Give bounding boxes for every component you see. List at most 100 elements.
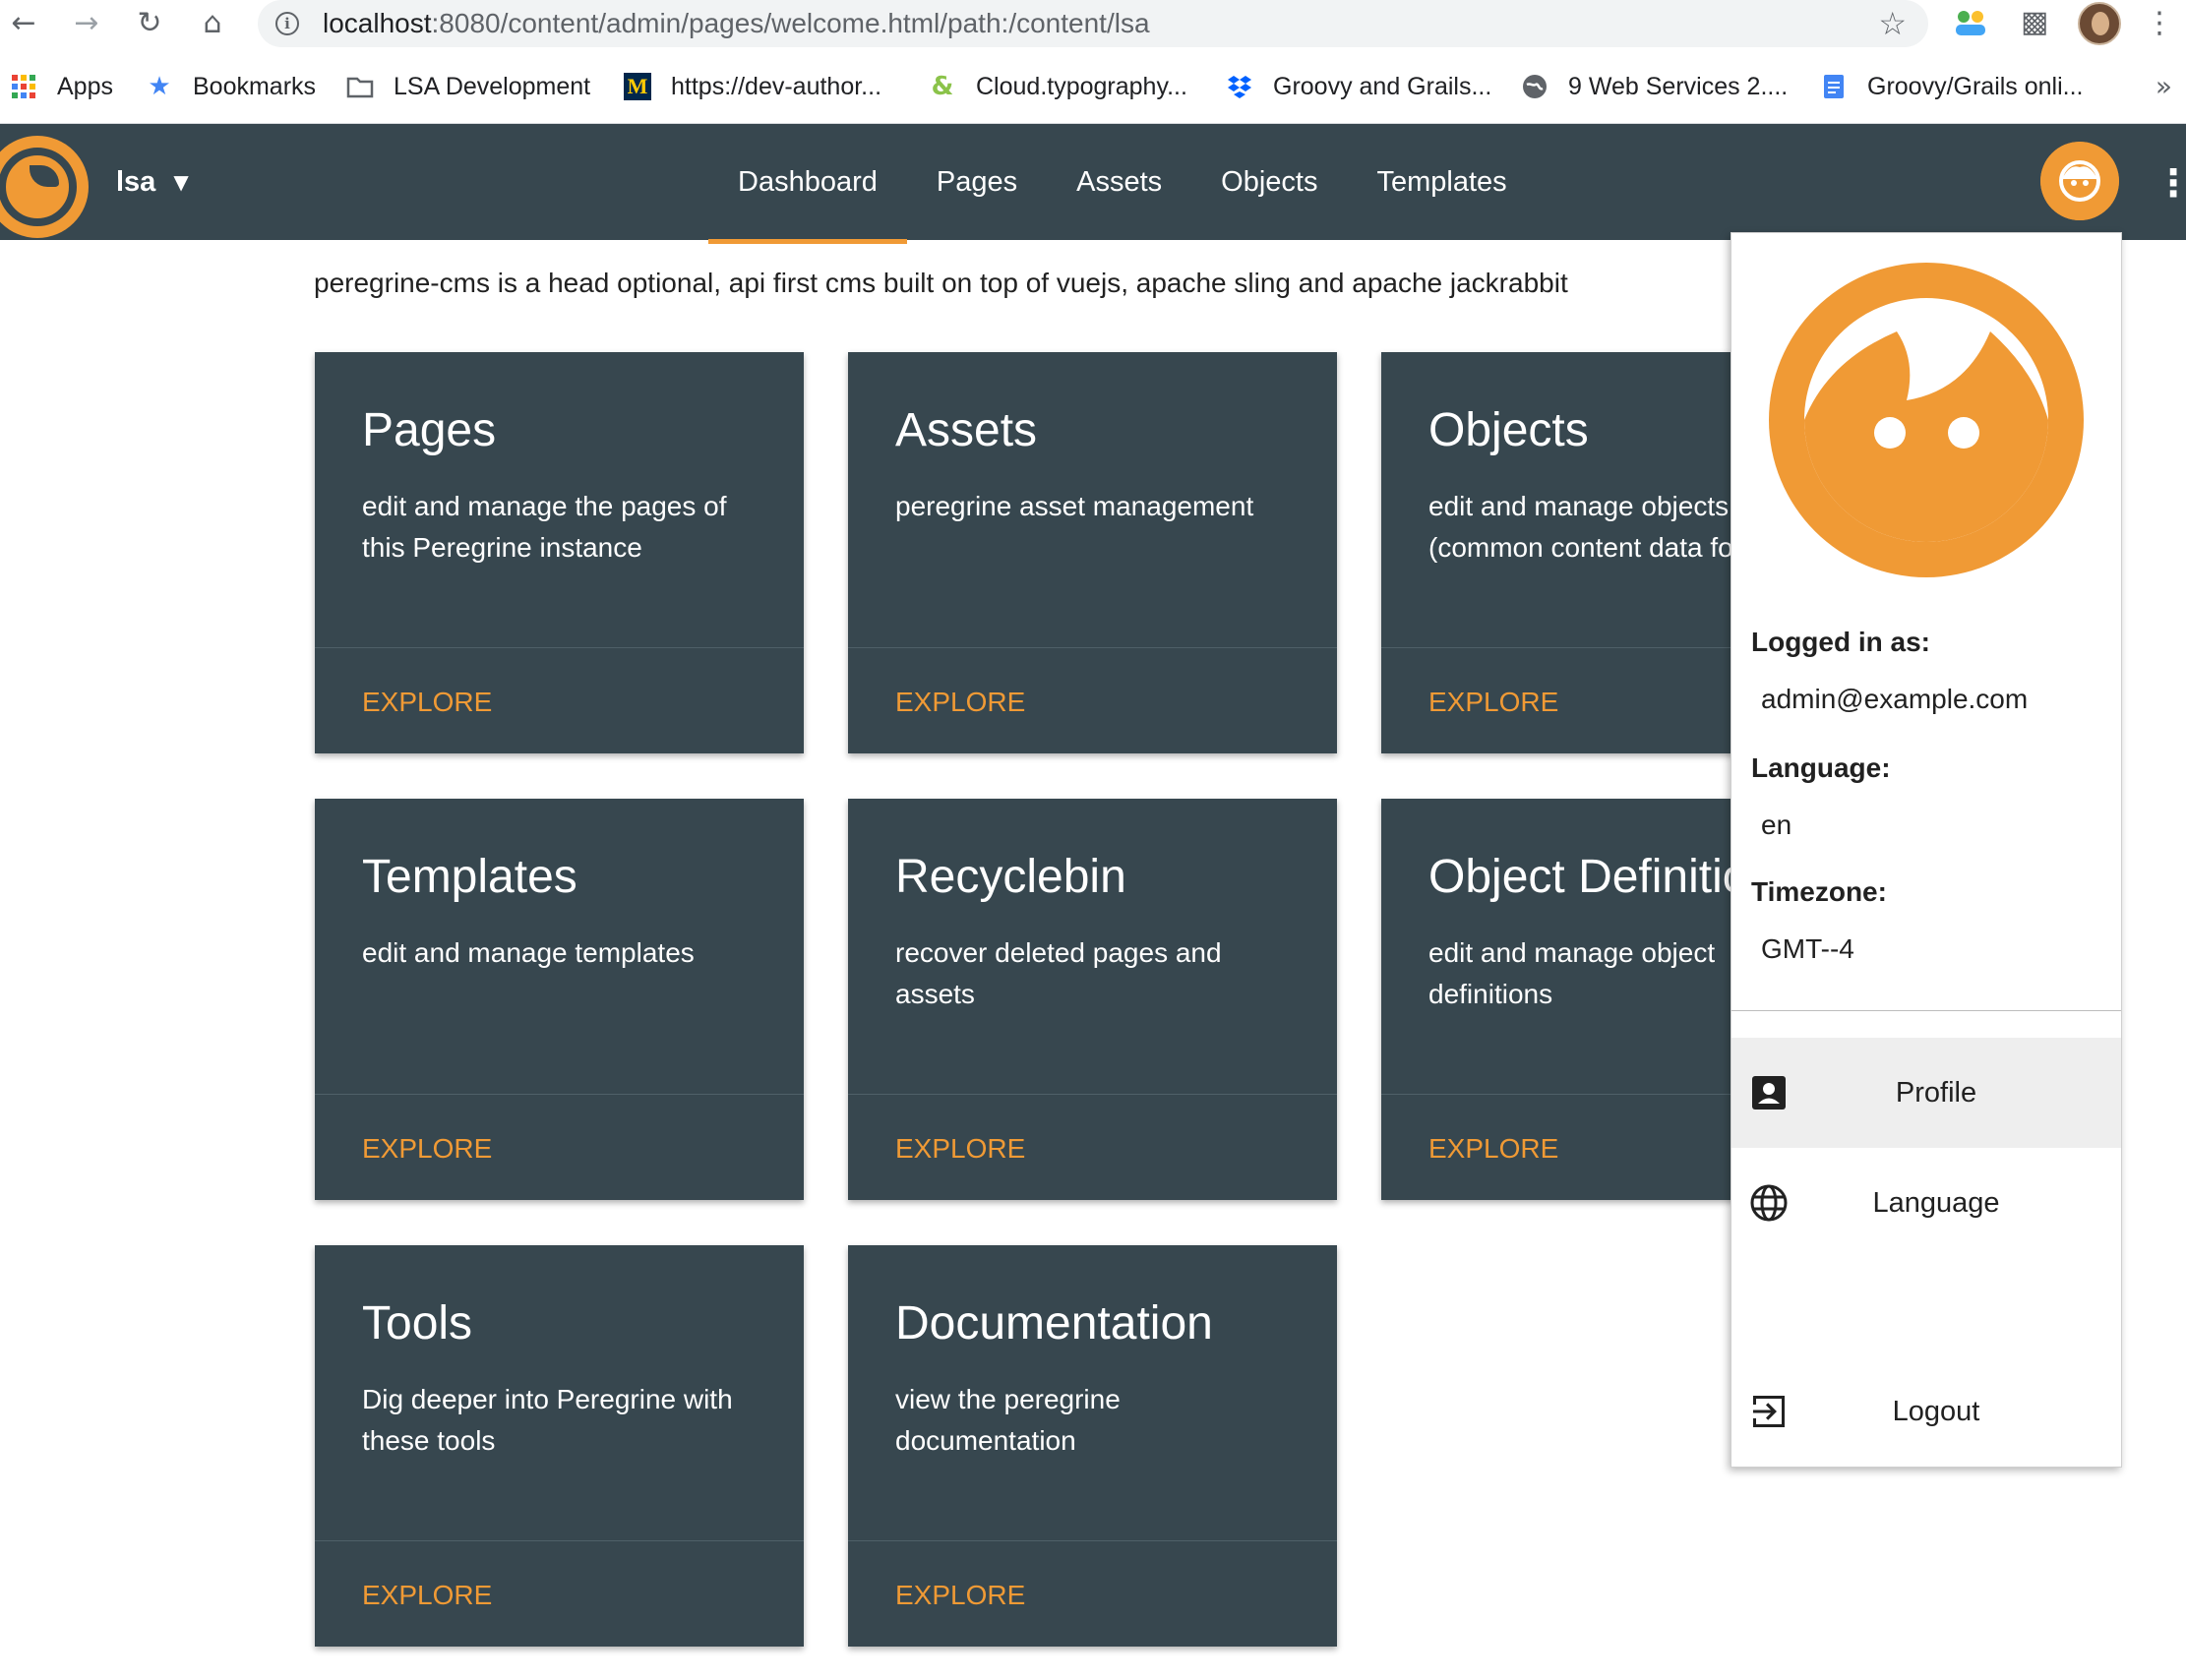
- tab-assets[interactable]: Assets: [1047, 124, 1191, 240]
- card-title: Objects: [1428, 404, 1589, 456]
- card-templates: Templates edit and manage templates EXPL…: [315, 799, 804, 1200]
- browser-profile-avatar[interactable]: [2078, 2, 2121, 45]
- browser-menu-icon[interactable]: ⋮: [2145, 6, 2174, 41]
- card-title: Assets: [895, 404, 1038, 456]
- app-header: lsa ▼ Dashboard Pages Assets Objects Tem…: [0, 124, 2186, 244]
- card-divider: [848, 647, 1337, 648]
- explore-button[interactable]: EXPLORE: [362, 687, 492, 718]
- site-info-icon[interactable]: i: [275, 12, 299, 35]
- card-description: peregrine asset management: [895, 491, 1254, 521]
- card-recyclebin: Recyclebin recover deleted pages and ass…: [848, 799, 1337, 1200]
- explore-button[interactable]: EXPLORE: [362, 1133, 492, 1165]
- card-documentation: Documentation view the peregrine documen…: [848, 1245, 1337, 1647]
- bookmark-groovy-online[interactable]: Groovy/Grails onli...: [1820, 65, 2084, 108]
- back-arrow-icon[interactable]: ←: [6, 6, 41, 41]
- language-label: Language:: [1751, 752, 1891, 783]
- more-vert-icon[interactable]: ⋮: [2155, 153, 2186, 212]
- bookmark-label: Apps: [57, 72, 113, 100]
- card-title: Recyclebin: [895, 851, 1126, 903]
- menu-item-label: Profile: [1895, 1077, 1977, 1109]
- card-divider: [848, 1094, 1337, 1095]
- card-divider: [848, 1540, 1337, 1541]
- home-icon[interactable]: ⌂: [195, 6, 230, 41]
- card-description: view the peregrine documentation: [895, 1384, 1121, 1456]
- explore-button[interactable]: EXPLORE: [895, 687, 1025, 718]
- menu-item-label: Logout: [1892, 1396, 1980, 1427]
- peregrine-logo-icon[interactable]: [0, 136, 89, 238]
- card-tools: Tools Dig deeper into Peregrine with the…: [315, 1245, 804, 1647]
- folder-icon: [346, 77, 374, 98]
- explore-button[interactable]: EXPLORE: [1428, 1133, 1558, 1165]
- tab-dashboard[interactable]: Dashboard: [708, 124, 907, 244]
- site-name: lsa: [116, 165, 156, 198]
- language-value: en: [1761, 810, 1792, 840]
- caret-down-icon: ▼: [173, 170, 189, 194]
- bookmark-label: Groovy and Grails...: [1273, 72, 1492, 100]
- url-host: localhost: [323, 8, 432, 38]
- bookmark-label: LSA Development: [394, 72, 591, 100]
- bookmark-cloud-typography[interactable]: & Cloud.typography...: [929, 65, 1187, 108]
- reload-icon[interactable]: ↻: [132, 6, 167, 41]
- menu-item-logout[interactable]: Logout: [1731, 1356, 2121, 1467]
- card-title: Templates: [362, 851, 577, 903]
- tab-templates[interactable]: Templates: [1347, 124, 1536, 240]
- card-description: Dig deeper into Peregrine with these too…: [362, 1384, 733, 1456]
- docs-icon: [1824, 75, 1844, 98]
- browser-toolbar: ← → ↻ ⌂ i localhost:8080/content/admin/p…: [0, 0, 2186, 49]
- address-bar[interactable]: i localhost:8080/content/admin/pages/wel…: [258, 0, 1928, 47]
- bookmark-label: https://dev-author...: [671, 72, 882, 100]
- logged-in-label: Logged in as:: [1751, 627, 1930, 657]
- extensions-puzzle-icon[interactable]: ▩: [2021, 8, 2050, 37]
- user-avatar-large-icon: [1769, 263, 2084, 577]
- card-divider: [315, 1094, 804, 1095]
- explore-button[interactable]: EXPLORE: [895, 1580, 1025, 1611]
- bookmark-label: 9 Web Services 2....: [1568, 72, 1789, 100]
- star-icon: ★: [148, 72, 171, 101]
- explore-button[interactable]: EXPLORE: [1428, 687, 1558, 718]
- url-path: :8080/content/admin/pages/welcome.html/p…: [431, 8, 1150, 38]
- forward-arrow-icon[interactable]: →: [69, 6, 104, 41]
- menu-item-profile[interactable]: Profile: [1731, 1038, 2121, 1148]
- ampersand-icon: &: [931, 72, 954, 101]
- timezone-value: GMT--4: [1761, 933, 1854, 964]
- menu-item-label: Language: [1872, 1187, 2000, 1219]
- apps-grid-icon: [12, 75, 35, 98]
- user-avatar-icon[interactable]: [2040, 142, 2119, 220]
- browser-chrome: ← → ↻ ⌂ i localhost:8080/content/admin/p…: [0, 0, 2186, 124]
- michigan-m-icon: M: [624, 73, 651, 100]
- explore-button[interactable]: EXPLORE: [895, 1133, 1025, 1165]
- card-title: Tools: [362, 1297, 473, 1350]
- tab-objects[interactable]: Objects: [1191, 124, 1347, 240]
- bookmark-dev-author[interactable]: M https://dev-author...: [624, 65, 881, 108]
- card-pages: Pages edit and manage the pages of this …: [315, 352, 804, 753]
- timezone-label: Timezone:: [1751, 876, 1887, 907]
- card-description: edit and manage the pages of this Peregr…: [362, 491, 727, 563]
- card-divider: [315, 1540, 804, 1541]
- user-dropdown: Logged in as: admin@example.com Language…: [1731, 232, 2122, 1468]
- globe-icon: [1523, 75, 1547, 98]
- more-bookmarks-icon[interactable]: »: [2156, 65, 2172, 108]
- bookmark-groovy-grails[interactable]: Groovy and Grails...: [1226, 65, 1491, 108]
- people-extension-icon[interactable]: [1954, 8, 1987, 37]
- card-title: Documentation: [895, 1297, 1213, 1350]
- main-nav: Dashboard Pages Assets Objects Templates: [708, 124, 1537, 244]
- bookmark-lsa-development[interactable]: LSA Development: [346, 65, 590, 108]
- bookmark-label: Cloud.typography...: [976, 72, 1187, 100]
- tagline: peregrine-cms is a head optional, api fi…: [314, 268, 1568, 298]
- tab-pages[interactable]: Pages: [907, 124, 1047, 240]
- bookmarks-bar: Apps ★ Bookmarks LSA Development M https…: [0, 65, 2186, 108]
- card-description: edit and manage templates: [362, 937, 695, 968]
- bookmark-web-services[interactable]: 9 Web Services 2....: [1521, 65, 1788, 108]
- bookmark-apps[interactable]: Apps: [10, 65, 113, 108]
- card-title: Pages: [362, 404, 497, 456]
- card-divider: [315, 647, 804, 648]
- bookmark-bookmarks[interactable]: ★ Bookmarks: [146, 65, 316, 108]
- explore-button[interactable]: EXPLORE: [362, 1580, 492, 1611]
- url-text[interactable]: localhost:8080/content/admin/pages/welco…: [323, 0, 1150, 47]
- divider: [1731, 1010, 2121, 1011]
- bookmark-star-icon[interactable]: ☆: [1878, 6, 1907, 41]
- card-assets: Assets peregrine asset management EXPLOR…: [848, 352, 1337, 753]
- site-selector[interactable]: lsa ▼: [116, 124, 189, 240]
- menu-item-language[interactable]: Language: [1731, 1148, 2121, 1258]
- user-email: admin@example.com: [1761, 684, 2029, 714]
